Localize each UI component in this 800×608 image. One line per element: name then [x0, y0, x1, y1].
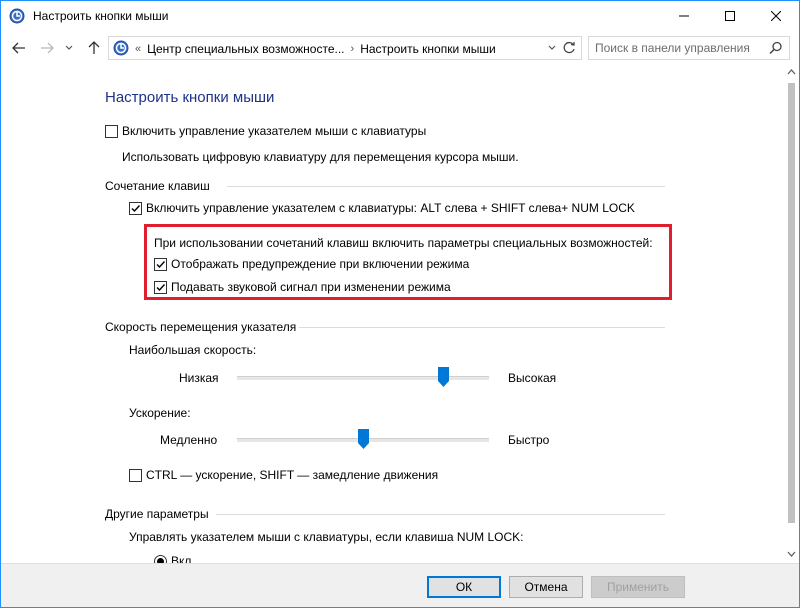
numlock-on-radio[interactable] [154, 555, 167, 563]
top-speed-slider-thumb[interactable] [438, 367, 450, 387]
section-divider [216, 514, 665, 515]
speed-section-heading: Скорость перемещения указателя [105, 320, 297, 334]
search-box[interactable] [588, 36, 790, 60]
forward-button[interactable] [38, 39, 56, 57]
chevron-down-icon [65, 45, 73, 50]
enable-keyboard-control-checkbox[interactable] [105, 125, 118, 138]
arrow-right-icon [41, 42, 54, 54]
dialog-button-bar: ОК Отмена Применить [1, 563, 799, 607]
address-history-chevron-icon[interactable] [547, 41, 557, 55]
checkmark-icon [156, 261, 166, 269]
search-input[interactable] [595, 40, 765, 56]
show-warning-label[interactable]: Отображать предупреждение при включении … [171, 257, 469, 271]
top-speed-max-label: Высокая [508, 371, 557, 385]
arrow-left-icon [12, 42, 25, 54]
checkmark-icon [156, 284, 166, 292]
close-icon [771, 11, 781, 21]
top-speed-min-label: Низкая [179, 371, 219, 385]
numlock-label: Управлять указателем мыши с клавиатуры, … [129, 530, 524, 544]
section-divider [227, 186, 665, 187]
ctrl-shift-label[interactable]: CTRL — ускорение, SHIFT — замедление дви… [146, 468, 438, 482]
vertical-scrollbar[interactable] [784, 65, 799, 563]
chevron-right-icon[interactable]: › [351, 43, 355, 55]
arrow-up-icon [88, 41, 100, 54]
show-warning-checkbox[interactable] [154, 258, 167, 271]
scroll-down-icon[interactable] [787, 551, 796, 557]
numlock-on-label[interactable]: Вкл [171, 554, 191, 563]
minimize-button[interactable] [661, 1, 707, 31]
breadcrumb-overflow-icon[interactable]: « [135, 43, 141, 55]
top-speed-slider-track[interactable] [237, 376, 489, 380]
refresh-icon[interactable] [561, 40, 577, 56]
enable-shortcut-label[interactable]: Включить управление указателем с клавиат… [146, 201, 635, 215]
search-icon[interactable] [769, 41, 783, 55]
acceleration-slider-thumb[interactable] [357, 429, 369, 449]
breadcrumb-item-ease-center[interactable]: Центр специальных возможносте... [147, 42, 344, 56]
breadcrumb-item-mouse-keys[interactable]: Настроить кнопки мыши [360, 42, 496, 56]
section-divider [299, 327, 665, 328]
maximize-icon [725, 11, 735, 21]
shortcut-section-heading: Сочетание клавиш [105, 179, 210, 193]
up-button[interactable] [85, 39, 103, 57]
apply-button[interactable]: Применить [591, 576, 685, 598]
top-speed-label: Наибольшая скорость: [129, 343, 257, 357]
play-sound-checkbox[interactable] [154, 281, 167, 294]
ease-of-access-icon [9, 8, 25, 24]
ok-button[interactable]: ОК [427, 576, 501, 598]
window-title: Настроить кнопки мыши [33, 9, 169, 23]
control-panel-icon [113, 40, 129, 56]
address-bar[interactable]: « Центр специальных возможносте... › Нас… [108, 36, 582, 60]
breadcrumb: « Центр специальных возможносте... › Нас… [135, 42, 496, 56]
scroll-thumb[interactable] [788, 83, 795, 523]
title-bar: Настроить кнопки мыши [1, 1, 799, 31]
close-button[interactable] [753, 1, 799, 31]
acceleration-min-label: Медленно [160, 433, 218, 447]
enable-keyboard-control-label[interactable]: Включить управление указателем мыши с кл… [122, 124, 426, 138]
ctrl-shift-checkbox[interactable] [129, 469, 142, 482]
enable-description: Использовать цифровую клавиатуру для пер… [122, 150, 519, 164]
other-section-heading: Другие параметры [105, 507, 209, 521]
cancel-button[interactable]: Отмена [509, 576, 583, 598]
acceleration-label: Ускорение: [129, 406, 191, 420]
main-content: Настроить кнопки мыши Включить управлени… [1, 65, 784, 563]
recent-pages-button[interactable] [63, 39, 75, 57]
play-sound-label[interactable]: Подавать звуковой сигнал при изменении р… [171, 280, 451, 294]
acceleration-max-label: Быстро [508, 433, 550, 447]
checkmark-icon [131, 205, 141, 213]
shortcut-sub-heading: При использовании сочетаний клавиш включ… [154, 236, 653, 250]
back-button[interactable] [10, 39, 28, 57]
scroll-up-icon[interactable] [787, 69, 796, 75]
enable-shortcut-checkbox[interactable] [129, 202, 142, 215]
control-panel-window: Настроить кнопки мыши « Центр специальны… [0, 0, 800, 608]
page-title: Настроить кнопки мыши [105, 89, 275, 106]
maximize-button[interactable] [707, 1, 753, 31]
minimize-icon [679, 15, 689, 17]
